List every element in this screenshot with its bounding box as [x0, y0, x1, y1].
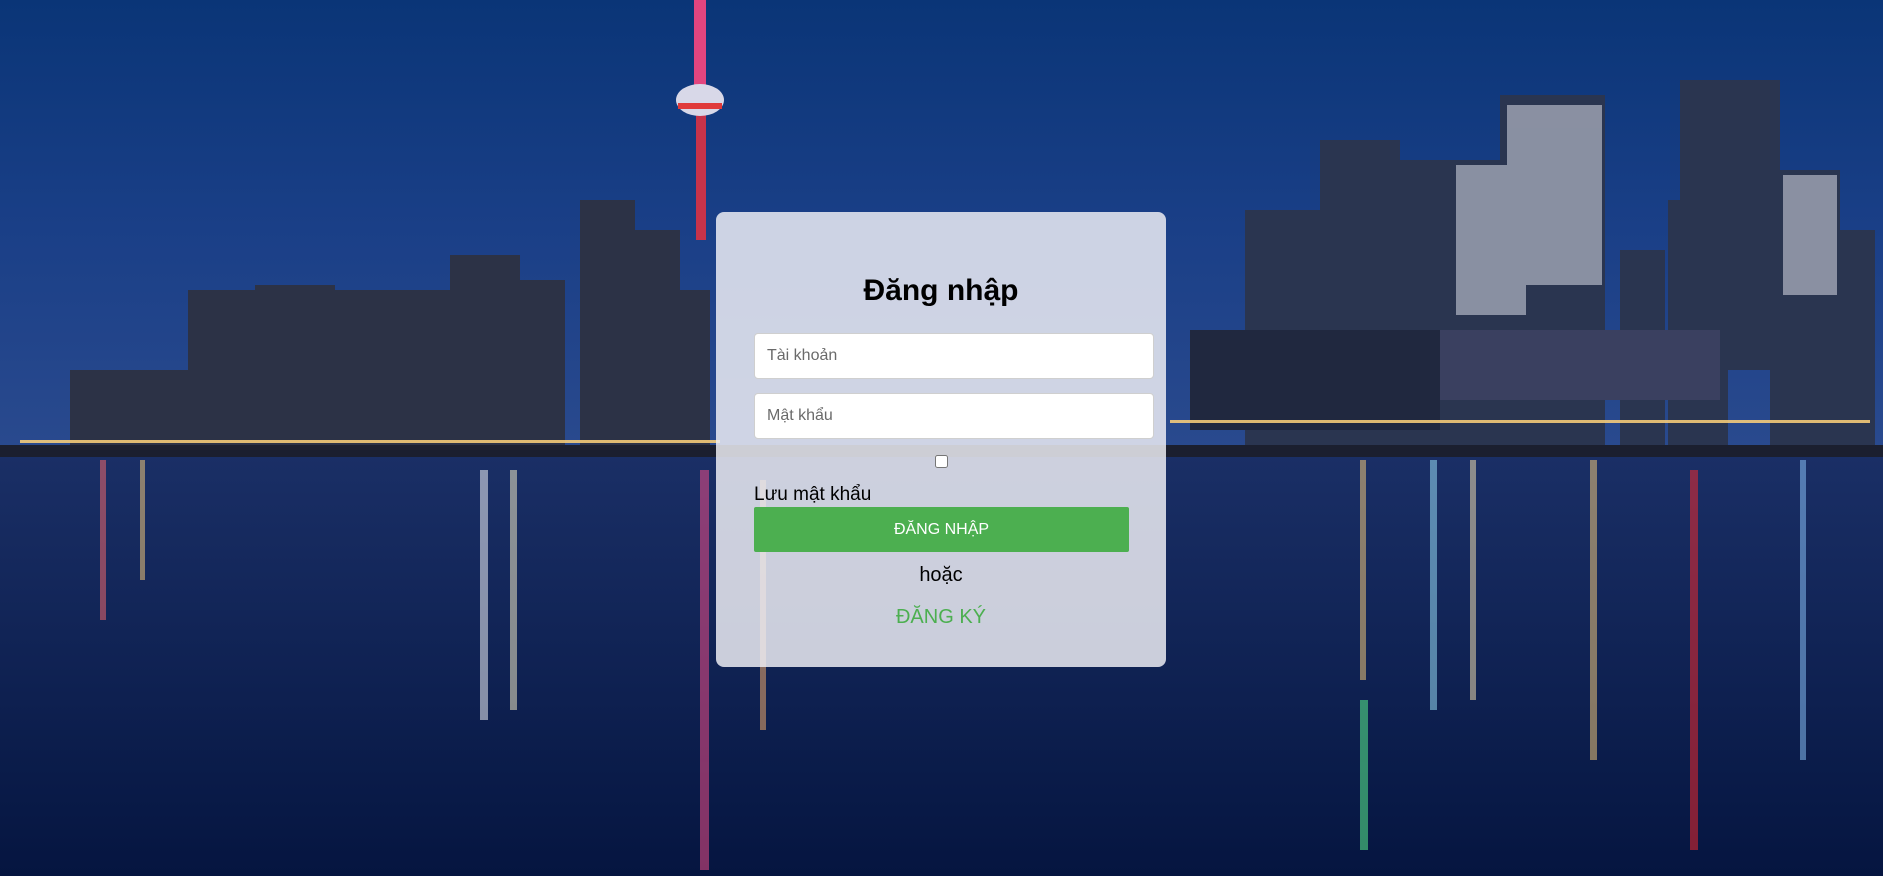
remember-password-label: Lưu mật khẩu	[754, 484, 872, 505]
password-input[interactable]	[754, 393, 1154, 439]
or-separator-text: hoặc	[919, 564, 963, 586]
register-link[interactable]: ĐĂNG KÝ	[716, 606, 1166, 629]
login-card: Đăng nhập Lưu mật khẩu ĐĂNG NHẬP hoặc ĐĂ…	[716, 212, 1166, 667]
remember-password-checkbox[interactable]	[935, 455, 948, 468]
login-title: Đăng nhập	[863, 274, 1019, 307]
login-button[interactable]: ĐĂNG NHẬP	[754, 507, 1129, 552]
username-input[interactable]	[754, 333, 1154, 379]
